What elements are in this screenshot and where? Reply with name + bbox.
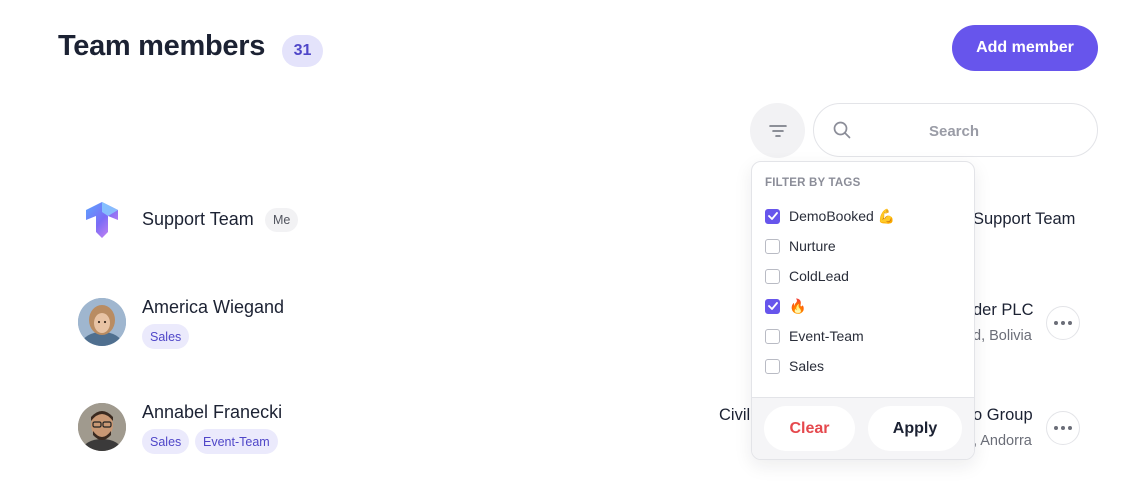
filter-option-label: 🔥 <box>789 297 807 314</box>
checkbox[interactable] <box>765 208 780 224</box>
tag-sales: Sales <box>142 324 190 349</box>
member-name: Support Team <box>142 209 254 229</box>
search-box[interactable] <box>813 103 1098 157</box>
filter-option-nurture[interactable]: Nurture <box>765 236 836 256</box>
tag-sales: Sales <box>142 429 190 454</box>
filter-footer: Clear Apply <box>752 398 974 459</box>
filter-button[interactable] <box>750 103 805 158</box>
member-team: Support Team <box>973 210 1076 228</box>
page-title: Team members <box>58 30 266 62</box>
filter-option-event-team[interactable]: Event-Team <box>765 326 864 346</box>
member-location: , Andorra <box>973 433 1032 449</box>
filter-option-label: Nurture <box>789 238 836 254</box>
me-badge: Me <box>265 208 299 232</box>
filter-title: FILTER BY TAGS <box>765 177 861 189</box>
search-input[interactable] <box>864 118 1044 144</box>
filter-option-label: Sales <box>789 358 825 374</box>
filter-option-sales[interactable]: Sales <box>765 356 824 376</box>
more-options-button[interactable] <box>1046 306 1080 340</box>
team-logo-avatar <box>78 196 126 244</box>
filter-option-label: DemoBooked 💪 <box>789 207 896 224</box>
filter-icon <box>768 124 787 137</box>
avatar <box>78 403 126 451</box>
tag-event-team: Event-Team <box>195 429 278 454</box>
more-options-button[interactable] <box>1046 411 1080 445</box>
member-company: o Group <box>973 406 1033 424</box>
filter-dropdown: FILTER BY TAGS DemoBooked 💪 Nurture Cold… <box>751 161 975 460</box>
filter-option-demobooked[interactable]: DemoBooked 💪 <box>765 206 895 226</box>
filter-option-label: Event-Team <box>789 328 864 344</box>
add-member-button[interactable]: Add member <box>952 25 1098 71</box>
checkbox[interactable] <box>765 268 780 284</box>
checkbox[interactable] <box>765 328 780 344</box>
search-icon <box>833 121 851 139</box>
member-location: d, Bolivia <box>973 328 1032 344</box>
member-role: Civil <box>719 406 751 424</box>
member-company: der PLC <box>973 301 1034 319</box>
filter-option-fire[interactable]: 🔥 <box>765 296 806 316</box>
checkbox[interactable] <box>765 298 780 314</box>
checkbox[interactable] <box>765 238 780 254</box>
checkbox[interactable] <box>765 358 780 374</box>
filter-option-coldlead[interactable]: ColdLead <box>765 266 849 286</box>
member-name: Annabel Franecki <box>142 402 283 422</box>
clear-button[interactable]: Clear <box>764 406 855 451</box>
member-name: America Wiegand <box>142 297 285 317</box>
filter-option-label: ColdLead <box>789 268 849 284</box>
member-count-badge: 31 <box>282 35 323 67</box>
apply-button[interactable]: Apply <box>868 406 962 451</box>
avatar <box>78 298 126 346</box>
